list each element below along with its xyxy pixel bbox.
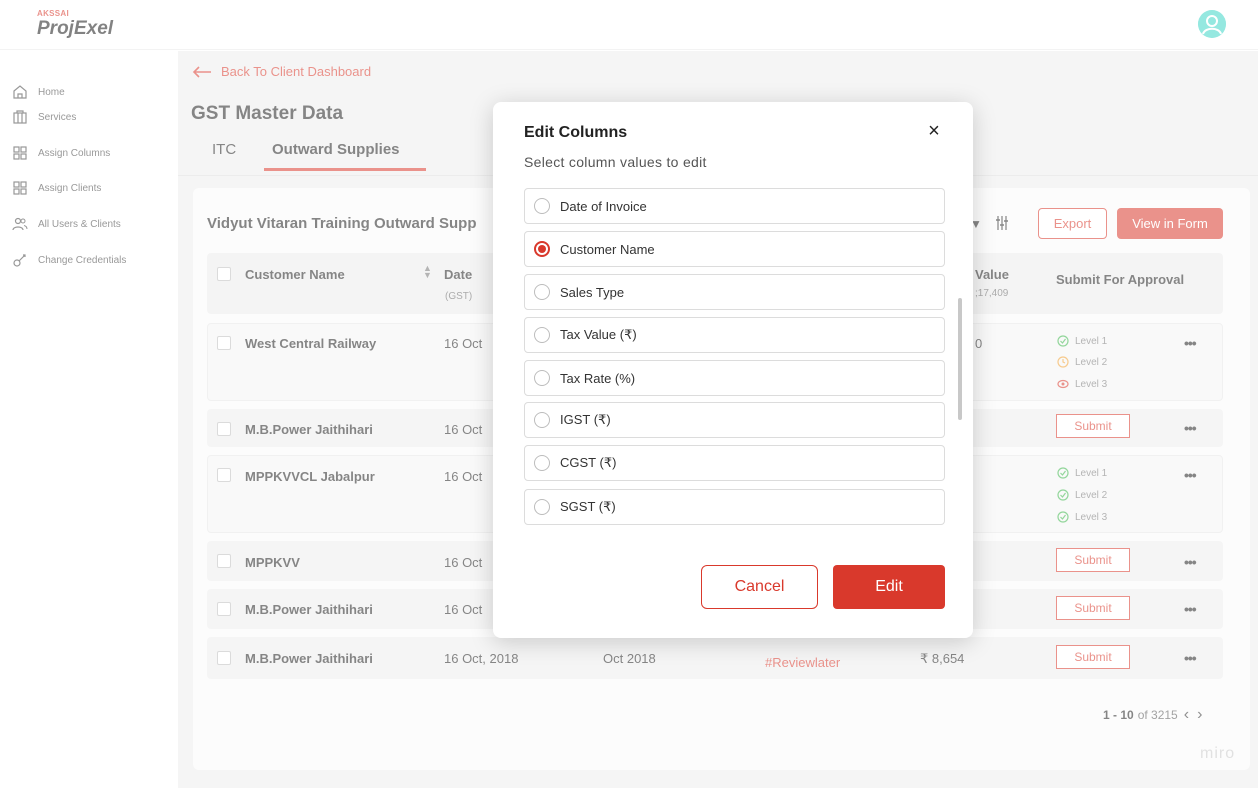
column-option[interactable]: Tax Value (₹) — [524, 317, 945, 353]
radio-button-selected[interactable] — [534, 241, 550, 257]
column-option[interactable]: Sales Type — [524, 274, 945, 310]
column-option-label: IGST (₹) — [560, 412, 611, 427]
column-option[interactable]: IGST (₹) — [524, 402, 945, 438]
edit-button[interactable]: Edit — [833, 565, 945, 609]
radio-button[interactable] — [534, 412, 550, 428]
radio-button[interactable] — [534, 327, 550, 343]
column-option-label: Sales Type — [560, 284, 625, 300]
column-option[interactable]: Tax Rate (%) — [524, 360, 945, 396]
cancel-button[interactable]: Cancel — [701, 565, 818, 609]
column-option-label: Tax Rate (%) — [560, 370, 636, 386]
modal-scrollbar[interactable] — [958, 298, 962, 420]
radio-button[interactable] — [534, 499, 550, 515]
radio-button[interactable] — [534, 370, 550, 386]
column-option[interactable]: Date of Invoice — [524, 188, 945, 224]
column-option-label: Customer Name — [560, 241, 655, 257]
radio-button[interactable] — [534, 455, 550, 471]
edit-columns-modal: Edit Columns Select column values to edi… — [493, 102, 973, 638]
radio-button[interactable] — [534, 284, 550, 300]
column-option[interactable]: CGST (₹) — [524, 445, 945, 481]
modal-title: Edit Columns — [524, 124, 628, 141]
column-option-label: CGST (₹) — [560, 455, 617, 470]
column-option-label: Date of Invoice — [560, 198, 647, 214]
column-option[interactable]: SGST (₹) — [524, 489, 945, 525]
close-icon[interactable]: × — [923, 120, 945, 142]
radio-button[interactable] — [534, 198, 550, 214]
column-option-label: Tax Value (₹) — [560, 327, 637, 342]
column-option-label: SGST (₹) — [560, 499, 616, 514]
modal-subtitle: Select column values to edit — [524, 154, 707, 170]
column-option[interactable]: Customer Name — [524, 231, 945, 267]
